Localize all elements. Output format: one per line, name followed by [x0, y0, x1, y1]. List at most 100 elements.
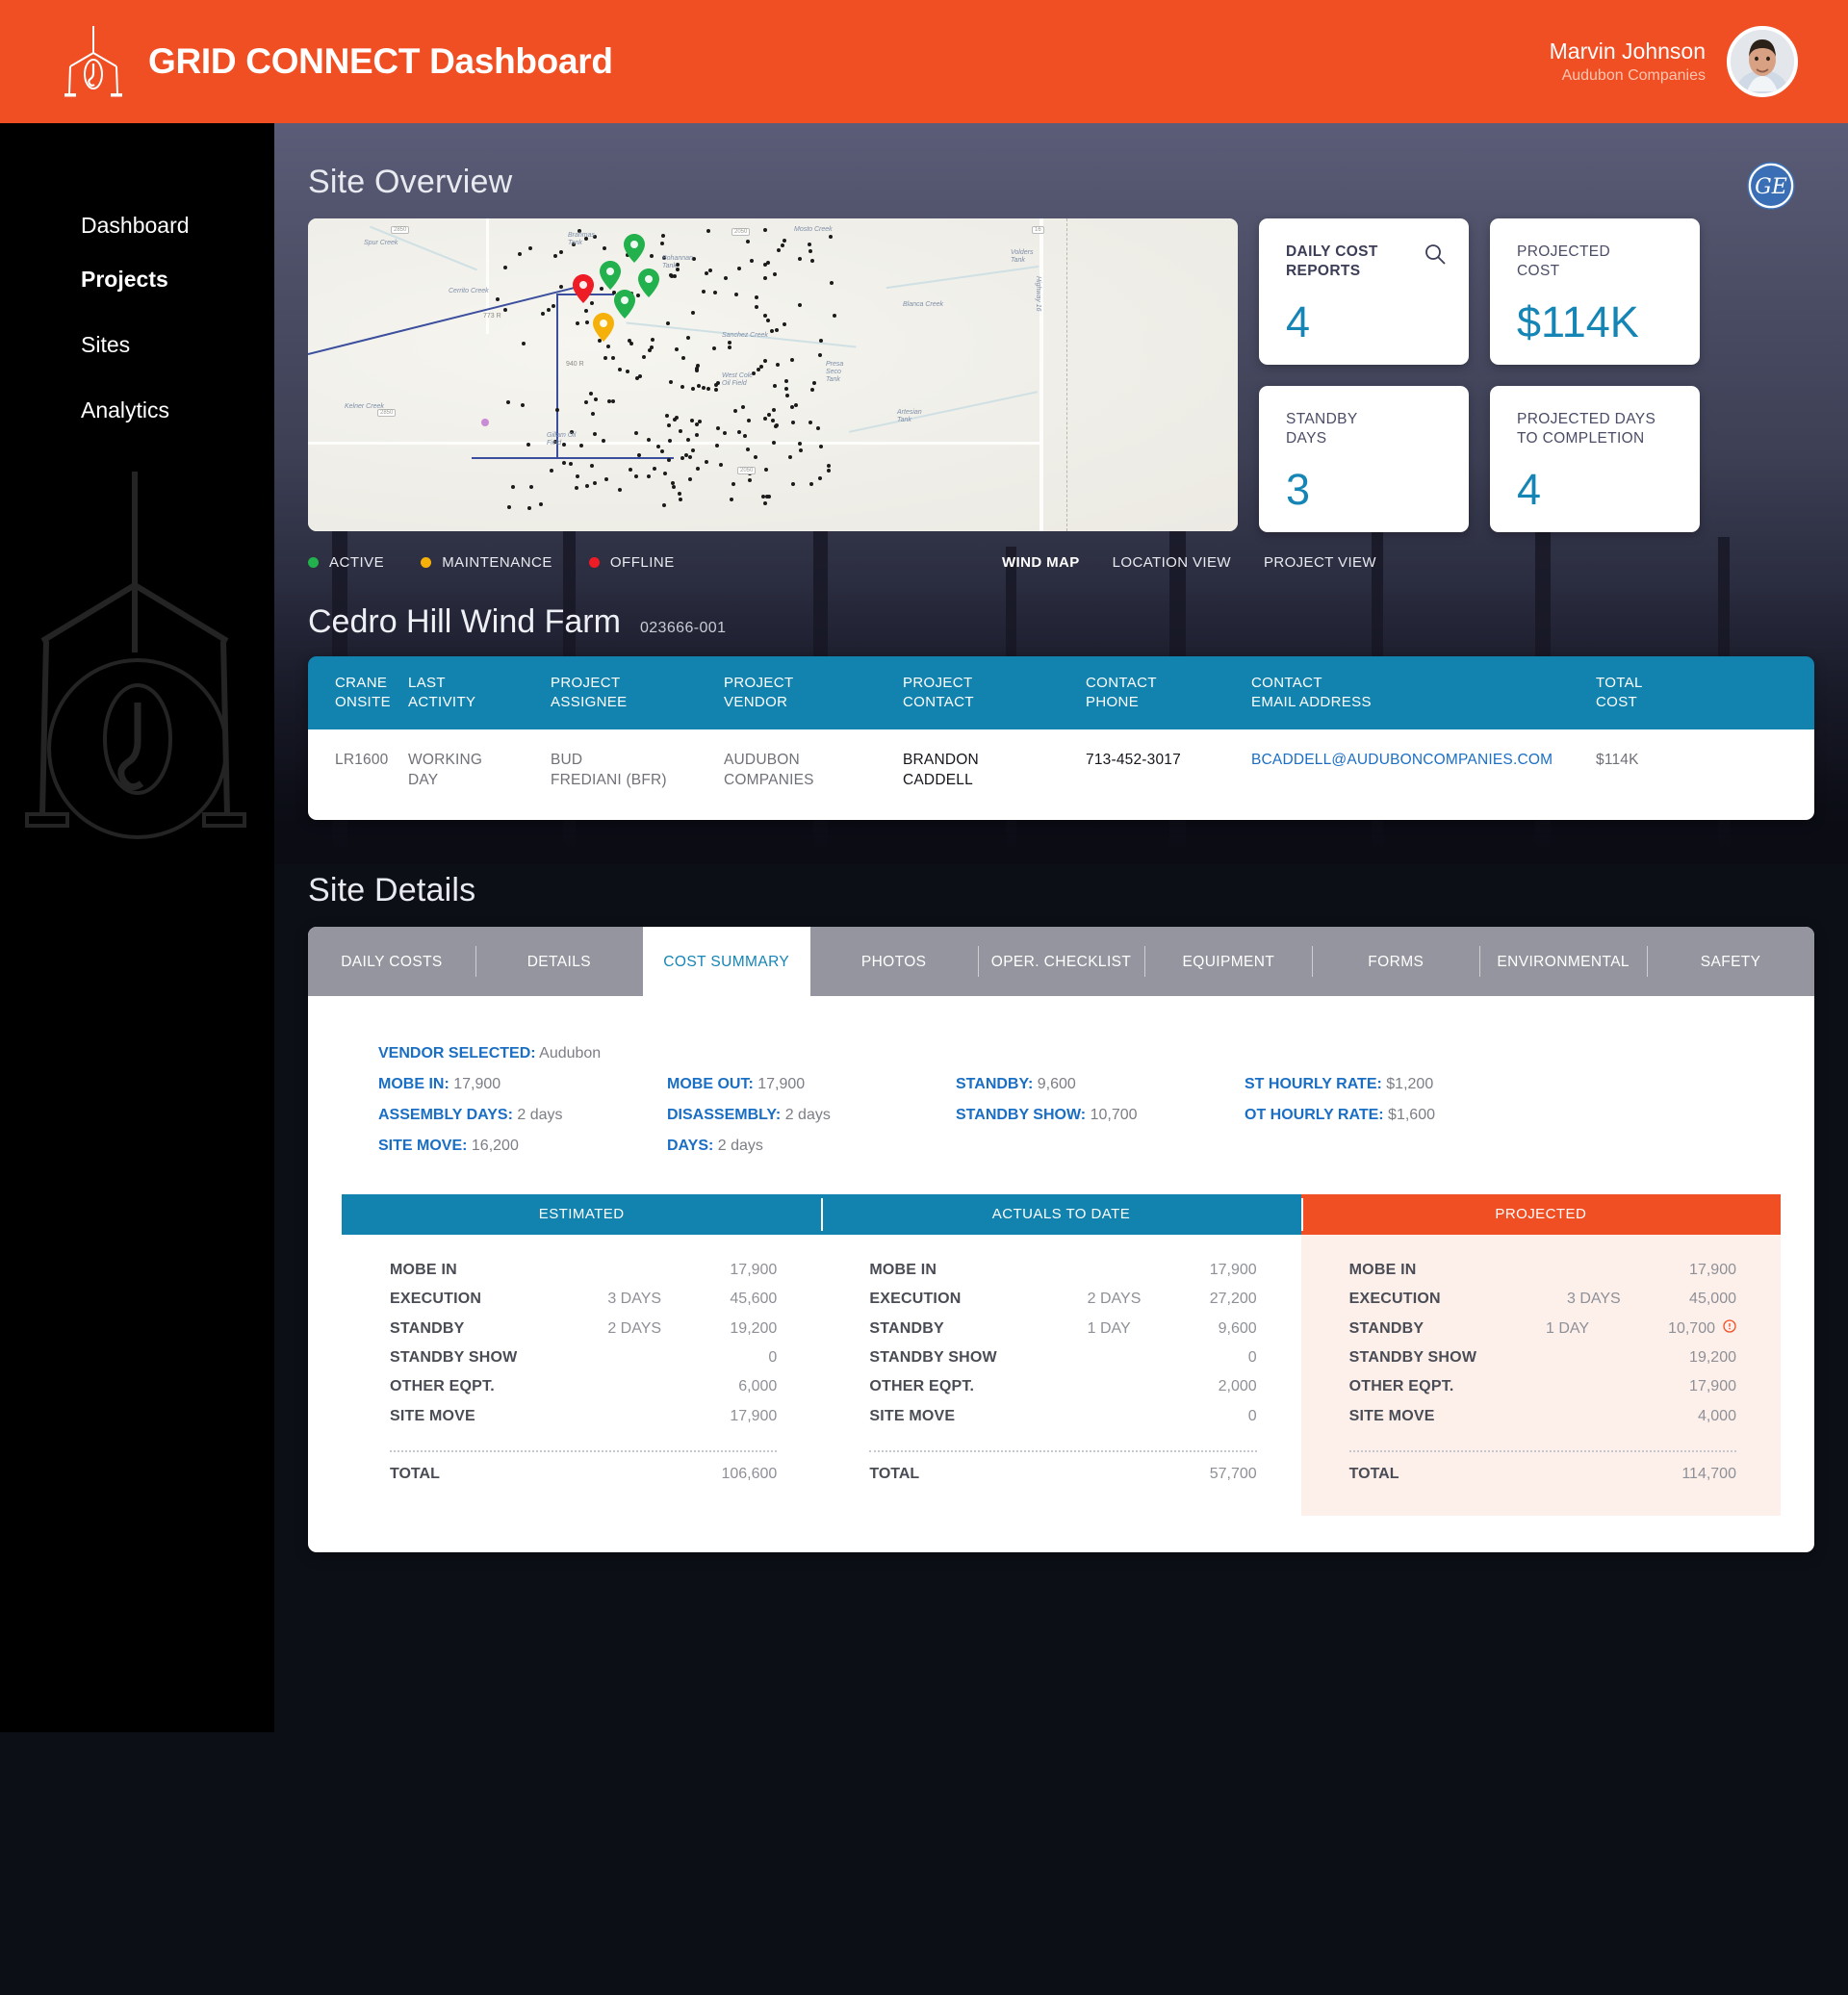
cost-row-days — [607, 1372, 692, 1401]
map-turbine-dot — [716, 381, 720, 385]
legend-item[interactable]: ACTIVE — [308, 554, 384, 571]
map-turbine-dot — [550, 469, 553, 473]
summary-fact-label: DAYS: — [667, 1137, 714, 1154]
brand: GRID CONNECT Dashboard — [0, 24, 613, 99]
kpi-card[interactable]: PROJECTED COST $114K — [1490, 218, 1700, 365]
map-turbine-dot — [748, 478, 752, 482]
map-turbine-dot — [653, 467, 656, 471]
tab-equipment[interactable]: EQUIPMENT — [1144, 927, 1312, 996]
cost-row-value: 17,900 — [1209, 1261, 1257, 1278]
kpi-card[interactable]: DAILY COST REPORTS 4 — [1259, 218, 1469, 365]
map-turbine-dot — [763, 501, 767, 505]
map-turbine-dot — [603, 246, 606, 250]
kpi-value: 4 — [1517, 465, 1542, 514]
search-icon[interactable] — [1424, 243, 1446, 269]
map-turbine-dot — [732, 482, 735, 486]
sidebar-item-projects[interactable]: Projects — [0, 252, 274, 306]
map-turbine-dot — [775, 328, 779, 332]
summary-fact-label: OT HOURLY RATE: — [1245, 1106, 1384, 1123]
map-turbine-dot — [763, 314, 767, 318]
user-menu[interactable]: Marvin Johnson Audubon Companies — [1550, 26, 1848, 97]
map-turbine-dot — [810, 259, 814, 263]
summary-fact-value: $1,600 — [1383, 1106, 1435, 1123]
map-pin-active[interactable] — [600, 261, 621, 290]
map-turbine-dot — [628, 339, 631, 343]
map-view-tab-wind-map[interactable]: WIND MAP — [1002, 554, 1080, 571]
grid-connect-logo-icon — [64, 24, 123, 99]
map-turbine-dot — [590, 464, 594, 468]
alert-info-icon[interactable] — [1723, 1315, 1736, 1343]
cost-row-name: STANDBY — [869, 1319, 944, 1337]
legend-label: MAINTENANCE — [442, 553, 552, 571]
summary-fact-label: ASSEMBLY DAYS: — [378, 1106, 513, 1123]
map-view-tab-project-view[interactable]: PROJECT VIEW — [1264, 554, 1376, 571]
kpi-card[interactable]: PROJECTED DAYS TO COMPLETION 4 — [1490, 386, 1700, 532]
summary-column-1: VENDOR SELECTED: Audubon MOBE IN: 17,900 A… — [378, 1038, 667, 1162]
map-turbine-dot — [660, 449, 664, 453]
col-header-last-activity: LAST ACTIVITY — [408, 675, 476, 710]
cost-summary-facts: VENDOR SELECTED: Audubon MOBE IN: 17,900 A… — [308, 996, 1814, 1181]
map-turbine-dot — [728, 345, 732, 349]
cost-total-label: TOTAL — [869, 1466, 920, 1483]
map-turbine-dot — [688, 455, 692, 459]
tab-safety[interactable]: SAFETY — [1647, 927, 1814, 996]
cost-row-name: STANDBY — [1348, 1319, 1424, 1337]
tab-daily-costs[interactable]: DAILY COSTS — [308, 927, 475, 996]
sidebar-item-sites[interactable]: Sites — [0, 318, 274, 371]
ge-monogram-logo-icon: GE — [1747, 162, 1795, 210]
map-pin-active[interactable] — [624, 234, 645, 263]
map-pin-active[interactable] — [638, 269, 659, 297]
kpi-label: STANDBY DAYS — [1286, 411, 1358, 448]
map-turbine-dot — [496, 297, 500, 301]
map-turbine-dot — [667, 423, 671, 427]
map-view-tab-location-view[interactable]: LOCATION VIEW — [1113, 554, 1231, 571]
cost-row-days: 3 DAYS — [1566, 1291, 1621, 1308]
tab-environmental[interactable]: ENVIRONMENTAL — [1479, 927, 1647, 996]
tab-photos[interactable]: PHOTOS — [810, 927, 978, 996]
legend-item[interactable]: OFFLINE — [588, 554, 675, 571]
kpi-card[interactable]: STANDBY DAYS 3 — [1259, 386, 1469, 532]
map-turbine-dot — [686, 336, 690, 340]
sidebar-item-dashboard[interactable]: Dashboard — [0, 198, 274, 252]
map-pin-maintenance[interactable] — [593, 313, 614, 342]
map-turbine-dot — [589, 392, 593, 396]
cell-total-cost: $114K — [1596, 751, 1639, 768]
cost-row-name: MOBE IN — [869, 1261, 937, 1278]
summary-fact-label: STANDBY SHOW: — [956, 1106, 1087, 1123]
map-pin-active[interactable] — [614, 290, 635, 319]
cell-contact-email[interactable]: BCADDELL@AUDUBONCOMPANIES.COM — [1251, 751, 1596, 771]
map-turbine-dot — [660, 242, 664, 245]
map-label: West Cole Oil Field — [722, 372, 754, 388]
map-turbine-dot — [695, 422, 699, 426]
cost-row: STANDBY 2 DAYS 19,200 — [390, 1315, 777, 1343]
cost-row-value: 27,200 — [1209, 1291, 1257, 1308]
summary-fact-value: 17,900 — [449, 1075, 501, 1092]
tab-oper-checklist[interactable]: OPER. CHECKLIST — [977, 927, 1145, 996]
map-turbine-dot — [763, 359, 767, 363]
wind-map[interactable]: Brahmas Tank Bohannan Tank Volders Tank Wes… — [308, 218, 1238, 531]
map-turbine-dot — [680, 456, 684, 460]
map-turbine-dot — [743, 434, 747, 438]
tab-details[interactable]: DETAILS — [475, 927, 643, 996]
summary-fact-value: 10,700 — [1086, 1106, 1138, 1123]
cost-row: MOBE IN 17,900 — [869, 1256, 1256, 1285]
kpi-cards: DAILY COST REPORTS 4 PROJECTED COST $114K ST… — [1259, 218, 1848, 532]
map-pin-offline[interactable] — [573, 274, 594, 303]
tab-cost-summary[interactable]: COST SUMMARY — [642, 926, 810, 996]
avatar[interactable] — [1727, 26, 1798, 97]
map-turbine-dot — [818, 353, 822, 357]
summary-fact-value: 2 days — [512, 1106, 563, 1123]
legend-item[interactable]: MAINTENANCE — [421, 554, 552, 571]
cost-row: MOBE IN 17,900 — [390, 1256, 777, 1285]
cost-row-name: STANDBY SHOW — [390, 1348, 518, 1366]
summary-fact-value: 2 days — [781, 1106, 831, 1123]
map-turbine-dot — [764, 468, 768, 472]
summary-fact: ST HOURLY RATE: $1,200 — [1245, 1069, 1543, 1100]
map-turbine-dot — [666, 321, 670, 325]
tab-forms[interactable]: FORMS — [1312, 927, 1479, 996]
sidebar-item-analytics[interactable]: Analytics — [0, 383, 274, 437]
cost-row-value: 45,000 — [1689, 1291, 1736, 1308]
summary-fact: STANDBY: 9,600 — [956, 1069, 1245, 1100]
kpi-label: DAILY COST REPORTS — [1286, 243, 1378, 280]
cost-row-days — [1088, 1343, 1172, 1372]
